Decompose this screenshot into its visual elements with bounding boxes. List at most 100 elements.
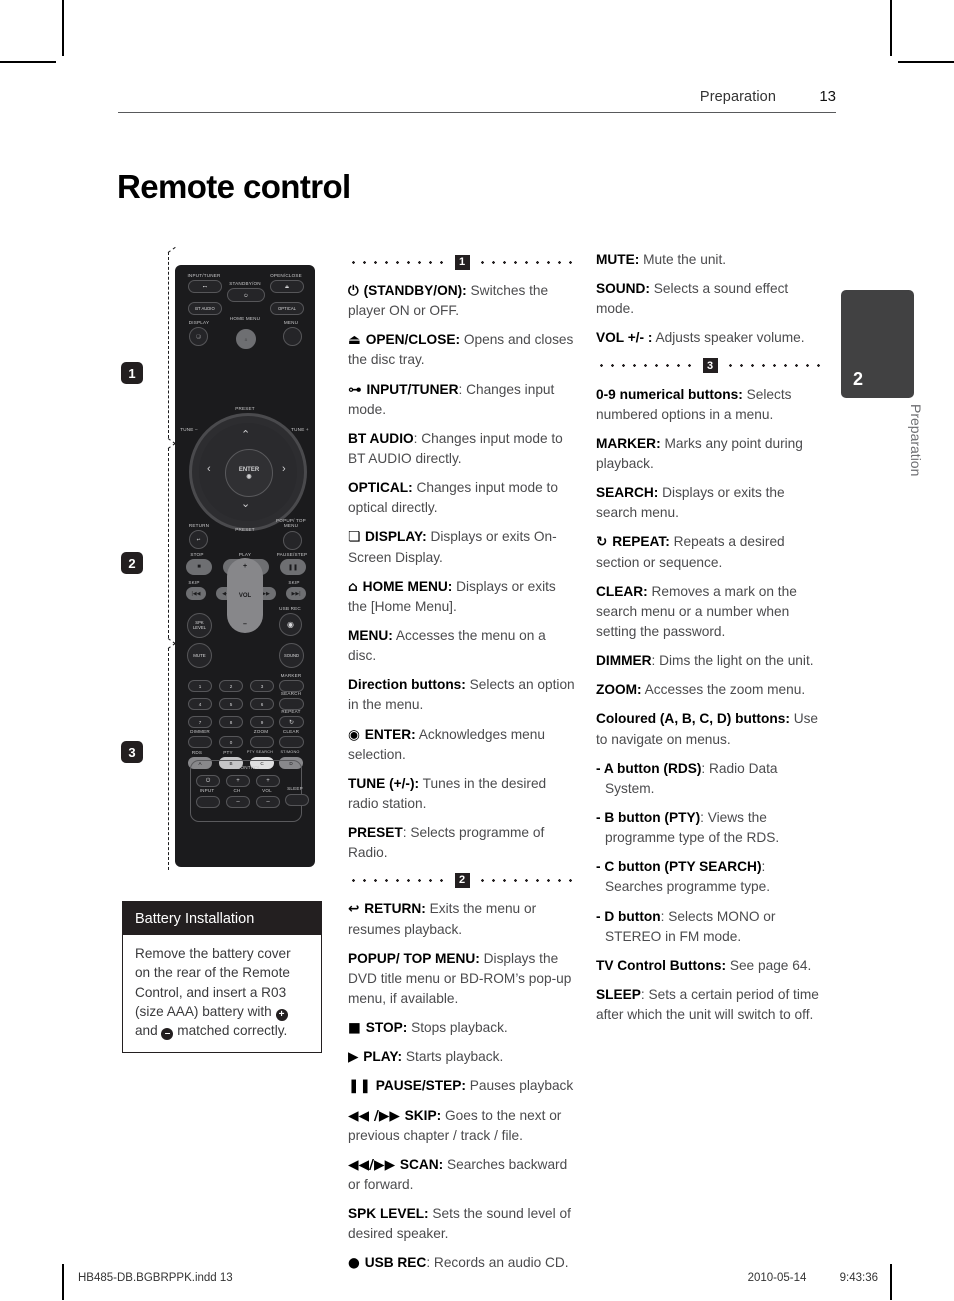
description-item: ⌂ HOME MENU: Displays or exits the [Home… (348, 577, 576, 617)
label-return: RETURN (188, 523, 210, 528)
description-item: ↩ RETURN: Exits the menu or resumes play… (348, 899, 576, 939)
description-term: - D button (596, 908, 661, 924)
description-text: : Dims the light on the unit. (651, 653, 814, 669)
button-symbol-icon: ⌂ (348, 578, 363, 595)
plus-icon: + (275, 1008, 288, 1021)
label-num-1: 1 (198, 683, 202, 689)
button-clear[interactable] (279, 736, 304, 748)
label-vol: VOL (238, 592, 252, 599)
vol-plus-icon[interactable]: + (243, 563, 247, 570)
battery-installation-title: Battery Installation (123, 902, 321, 935)
button-symbol-icon: ❏ (348, 529, 366, 546)
label-num-4: 4 (198, 701, 202, 707)
divider-dots-right (476, 260, 576, 264)
dpad-left-icon[interactable]: ‹ (207, 464, 211, 475)
description-term: CLEAR: (596, 583, 648, 599)
button-volume-rocker[interactable]: + VOL – (227, 558, 263, 633)
button-spk-level[interactable]: SPK LEVEL (187, 613, 212, 638)
description-term: Coloured (A, B, C, D) buttons: (596, 711, 790, 727)
description-item: CLEAR: Removes a mark on the search menu… (596, 582, 824, 642)
crop-mark-top-left (62, 0, 64, 56)
description-term: - B button (PTY) (596, 809, 701, 825)
description-term: PLAY: (363, 1049, 403, 1065)
button-zoom[interactable] (250, 736, 274, 748)
button-num-0[interactable]: 0 (219, 736, 243, 748)
button-sound[interactable]: SOUND (279, 643, 304, 668)
description-text: Stops playback. (407, 1020, 508, 1036)
button-num-9[interactable]: 9 (250, 716, 274, 728)
button-tv-input[interactable] (196, 796, 220, 808)
button-mute[interactable]: MUTE (187, 643, 212, 668)
description-item: SEARCH: Displays or exits the search men… (596, 483, 824, 523)
button-bt-audio[interactable]: BT AUDIO (188, 302, 222, 315)
description-item: ◀◀ /▶▶ SKIP: Goes to the next or previou… (348, 1106, 576, 1146)
button-repeat[interactable]: ↻ (279, 716, 304, 728)
button-num-6[interactable]: 6 (250, 698, 274, 710)
button-enter[interactable]: ENTER ◉ (225, 449, 273, 497)
button-symbol-icon: ▶ (348, 1049, 364, 1066)
button-skip-next[interactable]: ▶▶| (286, 587, 306, 600)
dpad-right-icon[interactable]: › (282, 464, 286, 475)
button-tv-vol-up[interactable]: + (256, 775, 280, 787)
label-tv-vol: VOL (262, 788, 272, 793)
description-term: Direction buttons: (348, 677, 466, 693)
description-term: POPUP/ TOP MENU: (348, 950, 480, 966)
button-num-2[interactable]: 2 (219, 680, 243, 692)
vol-minus-icon[interactable]: – (243, 621, 247, 628)
button-input-tuner[interactable]: ⊷ (188, 280, 222, 293)
button-open-close[interactable]: ⏏ (270, 280, 304, 293)
label-home-menu: HOME MENU (227, 316, 263, 322)
button-optical[interactable]: OPTICAL (270, 302, 304, 315)
button-num-4[interactable]: 4 (188, 698, 212, 710)
dpad-down-icon[interactable]: ⌄ (241, 499, 250, 510)
dpad-up-icon[interactable]: ⌃ (241, 430, 250, 441)
divider-number: 2 (454, 872, 470, 888)
header-page-number: 13 (819, 88, 836, 105)
button-dimmer[interactable] (188, 736, 212, 748)
button-num-5[interactable]: 5 (219, 698, 243, 710)
description-term: - C button (PTY SEARCH) (596, 859, 762, 875)
button-pause-step[interactable]: ❚❚ (280, 559, 306, 575)
description-term: VOL +/- : (596, 330, 653, 346)
button-usb-rec[interactable]: ◉ (279, 613, 302, 636)
description-item: PRESET: Selects programme of Radio. (348, 823, 576, 863)
button-skip-prev[interactable]: |◀◀ (186, 587, 206, 600)
description-term: PRESET (348, 825, 403, 841)
button-symbol-icon: ⏏ (348, 332, 366, 349)
label-tv-ch: CH (233, 788, 241, 793)
button-num-7[interactable]: 7 (188, 716, 212, 728)
callout-marker-2-label: 2 (128, 555, 136, 571)
button-tv-ch-up[interactable]: + (226, 775, 250, 787)
label-usb-rec: USB REC (279, 606, 301, 611)
button-return[interactable]: ↩ (189, 530, 208, 549)
button-home-menu[interactable]: ⌂ (236, 329, 256, 349)
button-standby-on[interactable]: ⏻ (227, 288, 265, 302)
direction-pad[interactable]: ⌃ ⌄ ‹ › ENTER ◉ (189, 413, 307, 531)
button-stop[interactable]: ■ (186, 559, 212, 575)
description-item: ● USB REC: Records an audio CD. (348, 1253, 576, 1273)
description-item: POPUP/ TOP MENU: Displays the DVD title … (348, 949, 576, 1009)
description-text: Accesses the zoom menu. (641, 682, 806, 698)
button-popup-top-menu[interactable] (283, 531, 302, 550)
battery-text-3: matched correctly. (173, 1023, 288, 1039)
description-item: ❚❚ PAUSE/STEP: Pauses playback (348, 1076, 576, 1096)
footer-file-name: HB485-DB.BGBRPPK.indd 13 (78, 1272, 233, 1284)
button-num-3[interactable]: 3 (250, 680, 274, 692)
description-item: ZOOM: Accesses the zoom menu. (596, 680, 824, 700)
description-item: ⏻ (STANDBY/ON): Switches the player ON o… (348, 281, 576, 321)
button-tv-vol-down[interactable]: – (256, 796, 280, 808)
divider-number: 3 (702, 358, 718, 374)
description-item: SLEEP: Sets a certain period of time aft… (596, 985, 824, 1025)
callout-guide-3 (168, 648, 169, 870)
button-display[interactable]: ❏ (189, 327, 208, 346)
label-num-6: 6 (260, 701, 264, 707)
button-sleep[interactable] (285, 794, 309, 806)
button-num-1[interactable]: 1 (188, 680, 212, 692)
page-header: Preparation 13 (118, 88, 836, 113)
button-tv-power[interactable]: ⏻ (196, 775, 220, 787)
button-menu[interactable] (283, 327, 302, 346)
button-tv-ch-down[interactable]: – (226, 796, 250, 808)
label-num-9: 9 (260, 719, 264, 725)
button-num-8[interactable]: 8 (219, 716, 243, 728)
label-pause-step: PAUSE/STEP (276, 552, 308, 557)
